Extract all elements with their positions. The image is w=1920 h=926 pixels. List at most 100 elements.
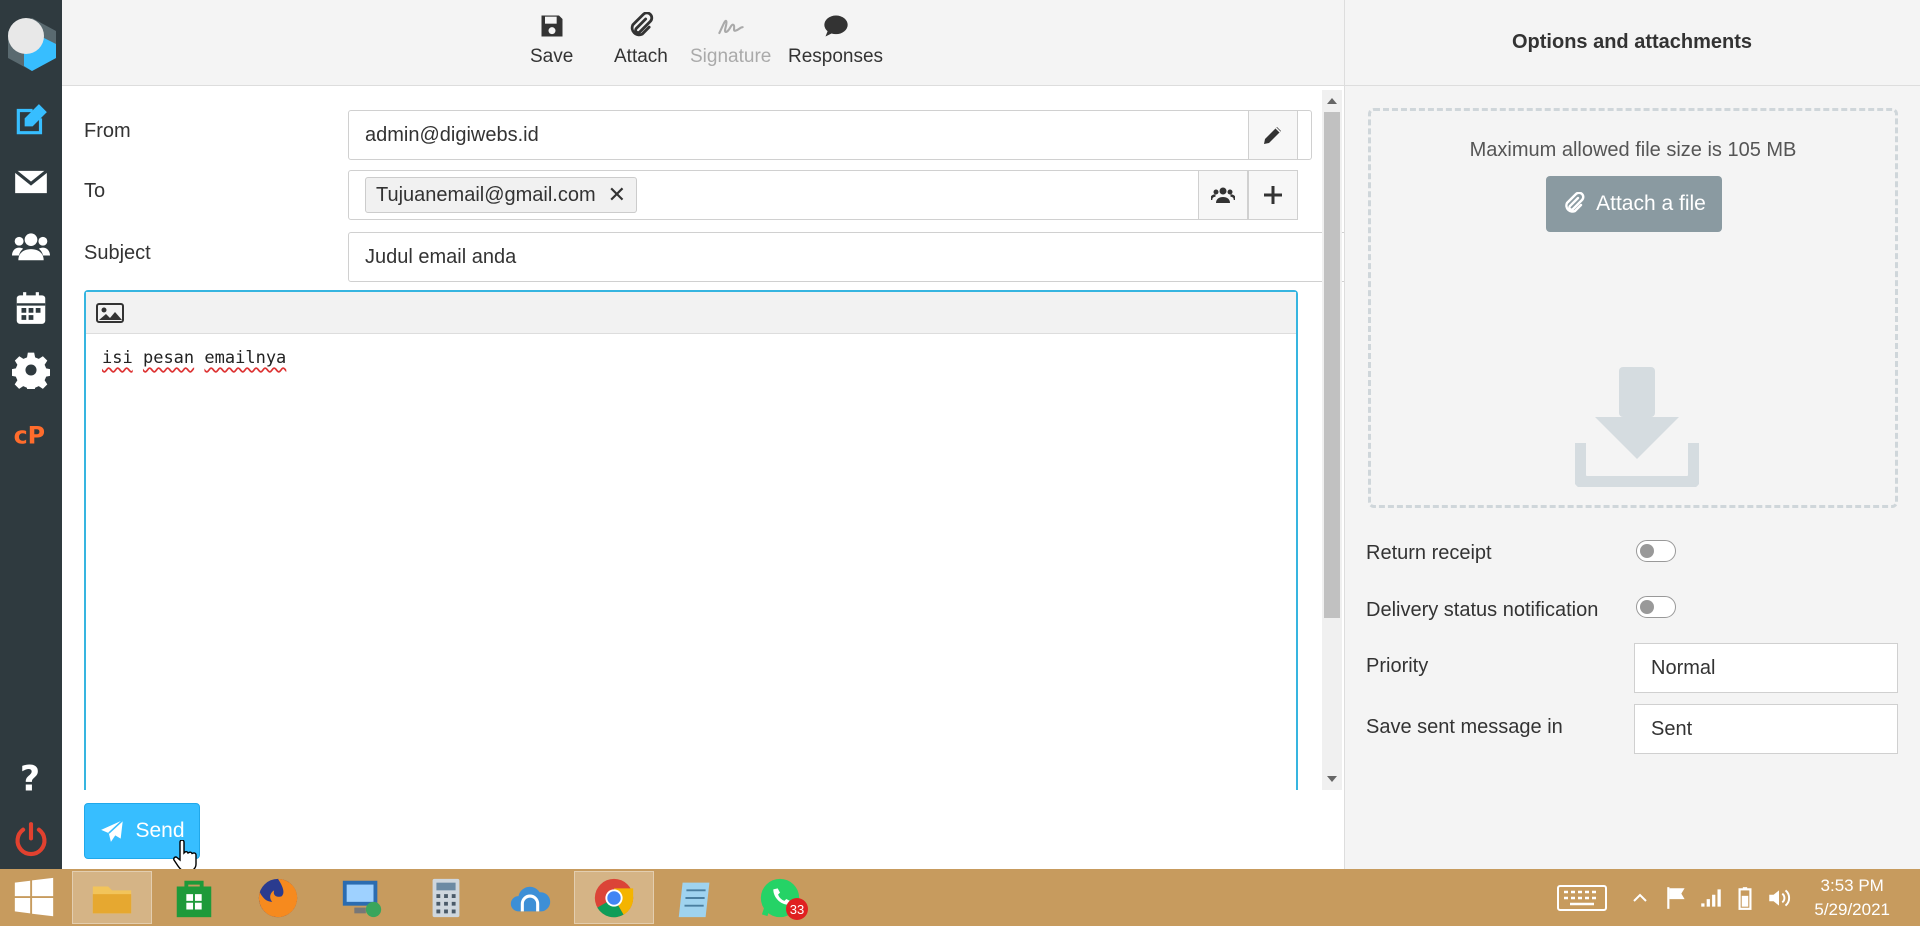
firefox-taskbar-button[interactable] xyxy=(238,871,318,924)
save-button[interactable]: Save xyxy=(530,12,573,68)
save-label: Save xyxy=(530,46,574,67)
calculator-taskbar-button[interactable] xyxy=(406,871,486,924)
envelope-icon xyxy=(14,169,48,194)
paperclip-icon xyxy=(1565,192,1585,213)
scroll-down-arrow-icon[interactable] xyxy=(1327,776,1337,782)
notepad-icon xyxy=(678,882,710,917)
attach-file-label: Attach a file xyxy=(1596,192,1706,215)
attach-file-button[interactable]: Attach a file xyxy=(1546,176,1722,232)
message-editor[interactable]: isi pesan emailnya xyxy=(84,290,1298,790)
from-field[interactable]: admin@digiwebs.id xyxy=(348,110,1312,160)
compose-scrollbar[interactable] xyxy=(1322,90,1342,790)
paper-plane-icon xyxy=(101,819,124,842)
settings-nav-button[interactable] xyxy=(0,342,62,398)
compose-form: From admin@digiwebs.id To Tujuanemail@gm… xyxy=(62,86,1362,790)
calendar-icon xyxy=(16,292,46,324)
clock-date: 5/29/2021 xyxy=(1814,900,1890,919)
from-value: admin@digiwebs.id xyxy=(365,123,539,146)
start-button[interactable] xyxy=(0,871,68,924)
remote-desktop-taskbar-button[interactable] xyxy=(322,871,402,924)
contacts-nav-button[interactable] xyxy=(0,218,62,274)
notepad-taskbar-button[interactable] xyxy=(656,871,736,924)
compose-nav-button[interactable] xyxy=(0,92,62,148)
signature-icon xyxy=(717,19,744,35)
app-logo-icon[interactable] xyxy=(4,14,60,72)
add-header-button[interactable] xyxy=(1248,170,1298,220)
taskbar-clock[interactable]: 3:53 PM 5/29/2021 xyxy=(1814,874,1890,922)
attach-button[interactable]: Attach xyxy=(614,12,668,68)
save-sent-label: Save sent message in xyxy=(1366,716,1563,738)
dsn-toggle[interactable] xyxy=(1636,596,1676,618)
battery-icon[interactable] xyxy=(1732,885,1758,911)
download-tray-icon xyxy=(1575,367,1699,487)
left-nav: cP ? xyxy=(0,0,62,869)
responses-label: Responses xyxy=(788,46,884,67)
address-book-button[interactable] xyxy=(1198,170,1248,220)
folder-icon xyxy=(92,886,132,913)
compose-toolbar: Save Attach Signature Responses xyxy=(62,0,1344,86)
chrome-taskbar-button[interactable] xyxy=(574,871,654,924)
save-sent-select[interactable]: Sent xyxy=(1634,704,1898,754)
power-icon xyxy=(15,822,47,857)
store-taskbar-button[interactable] xyxy=(154,871,234,924)
edit-identity-button[interactable] xyxy=(1248,110,1298,160)
subject-input[interactable]: Judul email anda xyxy=(348,232,1362,282)
help-nav-button[interactable]: ? xyxy=(0,750,62,806)
attachment-dropzone[interactable]: Maximum allowed file size is 105 MB Atta… xyxy=(1368,108,1898,508)
remove-recipient-icon[interactable]: ✕ xyxy=(608,182,626,208)
to-label: To xyxy=(84,180,106,202)
priority-select[interactable]: Normal xyxy=(1634,643,1898,693)
windows-taskbar: 33 3:53 PM 5/29/2021 xyxy=(0,869,1920,926)
contacts-icon xyxy=(12,233,50,261)
recipient-chip: Tujuanemail@gmail.com ✕ xyxy=(365,177,638,213)
subject-value: Judul email anda xyxy=(365,245,517,268)
priority-label: Priority xyxy=(1366,655,1429,677)
signature-button[interactable]: Signature xyxy=(690,12,771,68)
body-word: isi xyxy=(102,348,133,368)
svg-text:?: ? xyxy=(20,760,40,797)
help-icon: ? xyxy=(20,760,40,797)
gear-icon xyxy=(12,352,50,389)
contacts-group-icon xyxy=(1211,187,1235,203)
system-tray xyxy=(1556,869,1792,926)
body-word: emailnya xyxy=(204,348,287,368)
whatsapp-taskbar-button[interactable]: 33 xyxy=(740,871,820,924)
remote-desktop-icon xyxy=(342,880,382,917)
calendar-nav-button[interactable] xyxy=(0,280,62,336)
cpanel-icon: cP xyxy=(14,422,46,450)
whatsapp-unread-badge: 33 xyxy=(786,898,808,920)
cpanel-nav-button[interactable]: cP xyxy=(0,406,62,462)
to-field[interactable]: Tujuanemail@gmail.com ✕ xyxy=(348,170,1262,220)
recipient-email: Tujuanemail@gmail.com xyxy=(376,183,596,206)
store-icon xyxy=(176,880,212,917)
touch-keyboard-icon[interactable] xyxy=(1556,882,1608,914)
scrollbar-thumb[interactable] xyxy=(1324,112,1340,618)
show-hidden-icons-icon[interactable] xyxy=(1630,888,1650,908)
return-receipt-toggle[interactable] xyxy=(1636,540,1676,562)
mail-nav-button[interactable] xyxy=(0,154,62,210)
logout-nav-button[interactable] xyxy=(0,812,62,868)
plus-icon xyxy=(1264,186,1282,204)
network-signal-icon[interactable] xyxy=(1698,885,1724,911)
responses-button[interactable]: Responses xyxy=(788,12,883,68)
cloud-icon xyxy=(510,886,551,911)
editor-toolbar xyxy=(86,292,1296,334)
insert-image-icon[interactable] xyxy=(96,301,124,325)
message-body[interactable]: isi pesan emailnya xyxy=(86,334,1296,382)
scroll-up-arrow-icon[interactable] xyxy=(1327,98,1337,104)
subject-label: Subject xyxy=(84,242,151,264)
floppy-disk-icon xyxy=(541,15,563,37)
file-explorer-taskbar-button[interactable] xyxy=(72,871,152,924)
calculator-icon xyxy=(432,878,460,917)
clock-time: 3:53 PM xyxy=(1820,876,1884,895)
priority-value: Normal xyxy=(1651,656,1716,679)
volume-icon[interactable] xyxy=(1766,885,1792,911)
max-size-hint: Maximum allowed file size is 105 MB xyxy=(1469,139,1797,161)
flag-icon[interactable] xyxy=(1664,885,1690,911)
cloud-taskbar-button[interactable] xyxy=(490,871,570,924)
svg-text:cP: cP xyxy=(14,422,46,450)
options-header: Options and attachments xyxy=(1344,0,1920,86)
from-label: From xyxy=(84,120,131,142)
return-receipt-label: Return receipt xyxy=(1366,542,1492,564)
speech-bubble-icon xyxy=(823,15,848,37)
